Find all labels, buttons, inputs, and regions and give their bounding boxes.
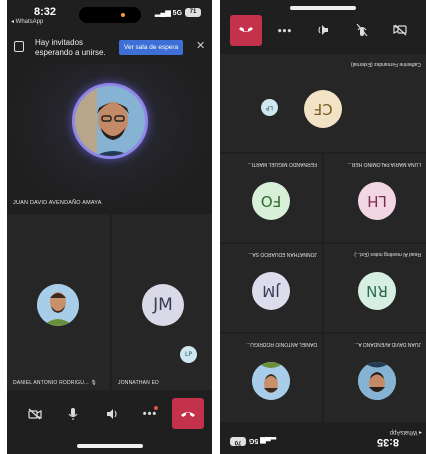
avatar xyxy=(72,83,148,159)
status-time: 8:35 xyxy=(376,436,399,448)
meeting-screen-right: 8:35 ◂ WhatsApp ▂▄▆ 5G 70 JUAN DAVID AVE… xyxy=(220,0,426,454)
participant-name: Catherine Fernandez (External) xyxy=(350,61,421,67)
meeting-screen-left: 8:32 ◂ WhatsApp ▂▄▆ 5G 71 Hay invitados … xyxy=(7,0,212,454)
view-lobby-button[interactable]: Ver sala de espera xyxy=(119,40,184,55)
main-participant-tile[interactable]: JUAN DAVID AVENDAÑO AMAYA xyxy=(7,64,212,212)
speaker-icon[interactable] xyxy=(311,18,335,42)
home-indicator xyxy=(77,444,143,448)
avatar xyxy=(37,284,79,326)
mic-icon: 🎙 xyxy=(90,380,98,386)
status-bar: 8:35 ◂ WhatsApp ▂▄▆ 5G 70 xyxy=(220,424,426,454)
dynamic-island xyxy=(79,7,141,23)
home-indicator xyxy=(290,6,356,10)
participant-tile[interactable]: LH LUNA MARIA PALOMINO HER... xyxy=(324,154,426,242)
camera-off-icon[interactable] xyxy=(388,18,412,42)
participant-tile[interactable]: FO FERNANDO MIGUEL MARTI... xyxy=(220,154,322,242)
close-icon[interactable]: ✕ xyxy=(196,39,205,52)
participant-name: JONNATHAN ED xyxy=(118,380,159,386)
participant-tile[interactable]: DANIEL ANTONIO RODRIGU... 🎙 xyxy=(7,214,110,390)
back-to-whatsapp-link[interactable]: ◂ WhatsApp xyxy=(11,18,43,25)
avatar-initials: JM xyxy=(142,284,184,326)
battery-indicator: 70 xyxy=(230,437,246,446)
hang-up-button[interactable] xyxy=(230,15,262,46)
avatar-initials: RN xyxy=(358,272,396,310)
avatar-initials: CF xyxy=(304,90,342,128)
call-controls: ••• xyxy=(220,8,426,52)
participant-tile[interactable]: DANIEL ANTONIO RODRIGU... xyxy=(220,334,322,422)
avatar-initials: LH xyxy=(358,182,396,220)
avatar xyxy=(252,362,290,400)
participant-tile[interactable]: JUAN DAVID AVENDAÑO A... xyxy=(324,334,426,422)
participant-tile[interactable]: JM LP JONNATHAN ED xyxy=(112,214,212,390)
mic-icon[interactable] xyxy=(61,402,85,426)
participant-name: JONNATHAN EDUARDO SA... xyxy=(248,251,317,257)
lobby-message: Hay invitados esperando a unirse. xyxy=(35,38,106,57)
battery-indicator: 71 xyxy=(185,8,201,17)
participant-tile[interactable]: RN Read AI meeting notes (Ext...) xyxy=(324,244,426,332)
participant-tile[interactable]: CF LP Catherine Fernandez (External) xyxy=(220,54,426,152)
main-participant-name: JUAN DAVID AVENDAÑO AMAYA xyxy=(13,200,102,206)
lobby-banner: Hay invitados esperando a unirse. Ver sa… xyxy=(7,32,212,62)
participant-name: DANIEL ANTONIO RODRIGU... xyxy=(246,341,317,347)
participant-name: LUNA MARIA PALOMINO HER... xyxy=(347,161,421,167)
participant-name: JUAN DAVID AVENDAÑO A... xyxy=(354,341,421,347)
avatar-initials: JM xyxy=(252,272,290,310)
corner-participant-badge[interactable]: LP xyxy=(261,99,278,116)
speaker-icon[interactable] xyxy=(100,402,124,426)
camera-off-icon[interactable] xyxy=(23,402,47,426)
participant-tile[interactable]: JM JONNATHAN EDUARDO SA... xyxy=(220,244,322,332)
avatar-initials: FO xyxy=(252,182,290,220)
more-options-icon[interactable]: ••• xyxy=(138,402,162,426)
status-time: 8:32 xyxy=(34,6,57,18)
status-bar: 8:32 ◂ WhatsApp ▂▄▆ 5G 71 xyxy=(7,0,212,30)
signal-indicator: ▂▄▆ 5G xyxy=(155,10,183,17)
back-to-whatsapp-link[interactable]: ◂ WhatsApp xyxy=(390,429,422,436)
more-options-icon[interactable]: ••• xyxy=(272,18,296,42)
mic-off-icon[interactable] xyxy=(350,18,374,42)
participant-name: DANIEL ANTONIO RODRIGU... 🎙 xyxy=(13,380,98,386)
avatar xyxy=(358,362,396,400)
participant-name: Read AI meeting notes (Ext...) xyxy=(354,251,421,257)
call-controls: ••• xyxy=(7,392,212,436)
corner-participant-badge[interactable]: LP xyxy=(180,346,197,363)
door-icon xyxy=(14,41,24,52)
hang-up-button[interactable] xyxy=(172,398,204,429)
signal-indicator: ▂▄▆ 5G xyxy=(248,437,276,444)
participant-name: FERNANDO MIGUEL MARTI... xyxy=(247,161,317,167)
